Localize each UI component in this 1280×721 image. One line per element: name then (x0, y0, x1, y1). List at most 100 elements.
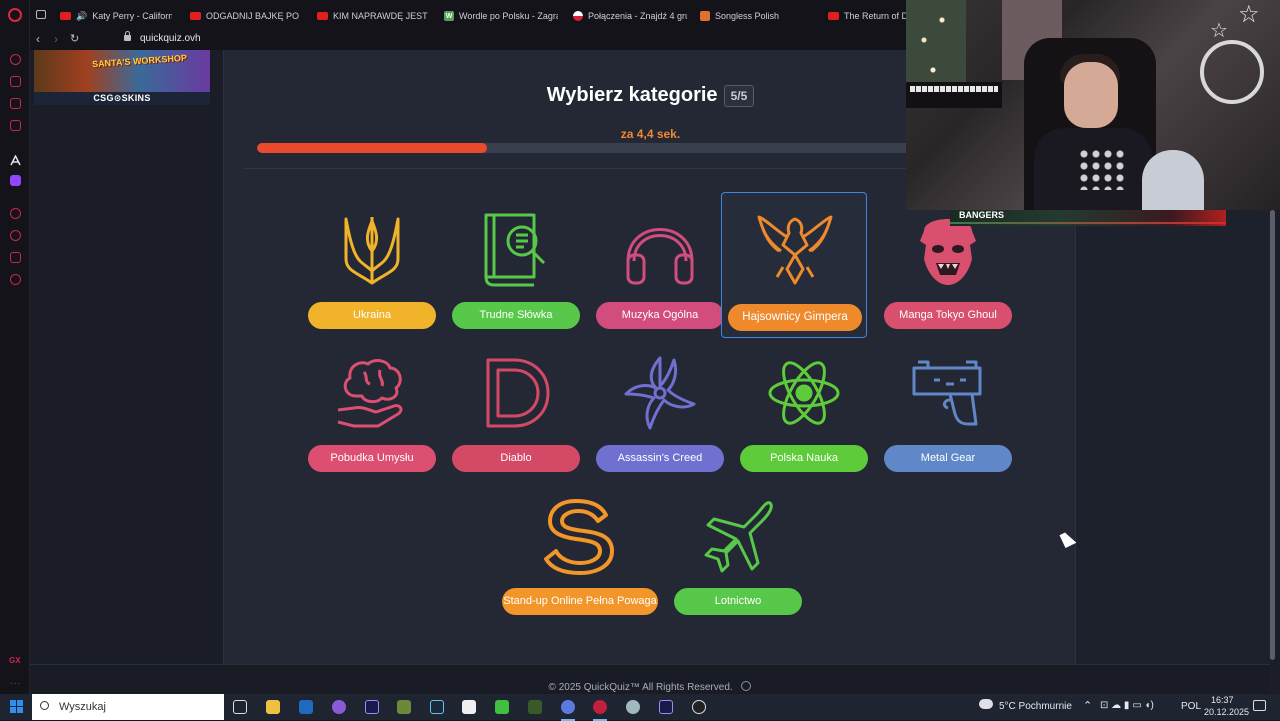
ad-banner[interactable]: SANTA'S WORKSHOP CSG⊙SKINS (34, 50, 210, 105)
banner-logo: CSG⊙SKINS (34, 92, 210, 105)
app-purple-icon[interactable] (332, 700, 346, 714)
category-ukraina[interactable]: Ukraina (298, 192, 444, 338)
scrollbar[interactable] (1270, 210, 1275, 660)
category-muzyka-ogolna[interactable]: Muzyka Ogólna (586, 192, 732, 338)
category-stand-up-online[interactable]: Stand-up Online Pełna Powaga (502, 478, 658, 624)
category-lotnictwo[interactable]: Lotnictwo (664, 478, 810, 624)
player-icon[interactable] (10, 208, 21, 219)
streamer-face (1064, 62, 1118, 128)
star-decoration-icon: ☆ (1210, 20, 1228, 42)
letter-s-icon (544, 499, 614, 575)
notifications-icon[interactable] (1253, 700, 1266, 711)
youtube-icon (60, 12, 71, 20)
forward-icon[interactable]: › (54, 32, 58, 46)
after-effects-icon[interactable] (365, 700, 379, 714)
tab-label: The Return of Di (844, 11, 908, 21)
category-label[interactable]: Assassin's Creed (596, 445, 724, 472)
category-trudne-slowka[interactable]: Trudne Słówka (442, 192, 588, 338)
gx-corner-icon[interactable] (10, 120, 21, 131)
windows-start-icon[interactable] (10, 700, 23, 713)
category-pobudka-umyslu[interactable]: Pobudka Umysłu (298, 335, 444, 481)
shirt-print (1078, 148, 1128, 190)
piano-keys (910, 86, 998, 92)
gx-control-icon[interactable] (10, 76, 21, 87)
tab-menu-icon[interactable] (36, 10, 46, 19)
steam-icon[interactable] (430, 700, 444, 714)
youtube-icon (317, 12, 328, 20)
reload-icon[interactable]: ↻ (70, 32, 79, 46)
url-field[interactable]: quickquiz.ovh (140, 33, 201, 44)
category-label[interactable]: Ukraina (308, 302, 436, 329)
category-hajsownicy-gimpera[interactable]: Hajsownicy Gimpera (721, 192, 867, 338)
category-polska-nauka[interactable]: Polska Nauka (730, 335, 876, 481)
category-label[interactable]: Muzyka Ogólna (596, 302, 724, 329)
weather-text[interactable]: 5°C Pochmurnie (999, 701, 1072, 712)
tab-songless[interactable]: Songless Polish (700, 8, 810, 24)
tray-chevron-icon[interactable]: ⌃ (1083, 699, 1092, 712)
shuriken-icon (624, 356, 696, 430)
discord-icon[interactable] (561, 700, 575, 721)
category-label[interactable]: Trudne Słówka (452, 302, 580, 329)
opera-sidebar: GX ... (0, 0, 30, 694)
github-icon[interactable] (741, 681, 752, 691)
lock-icon[interactable] (124, 31, 131, 41)
clock-date[interactable]: 20.12.2025 (1204, 707, 1249, 717)
tab-label: ODGADNIJ BAJKĘ PO PI (206, 11, 302, 21)
category-diablo[interactable]: Diablo (442, 335, 588, 481)
browser-window: GX ... 🔊 Katy Perry - Californi ODGADNIJ… (0, 0, 1280, 694)
category-metal-gear[interactable]: Metal Gear (874, 335, 1020, 481)
mail-icon[interactable] (299, 700, 313, 714)
obs-icon[interactable] (692, 700, 706, 714)
taskbar-search[interactable]: Wyszukaj (32, 694, 224, 720)
app-green-icon[interactable] (495, 700, 509, 714)
language-indicator[interactable]: POL (1181, 701, 1201, 712)
twitch-icon[interactable] (10, 175, 21, 186)
category-label[interactable]: Metal Gear (884, 445, 1012, 472)
plush-toy (1142, 150, 1204, 210)
settings-gear-icon[interactable] (10, 274, 21, 285)
tab-label: KIM NAPRAWDĘ JEST M (333, 11, 429, 21)
tab-katy-perry[interactable]: 🔊 Katy Perry - Californi (60, 8, 172, 24)
tab-odgadnij-bajke[interactable]: ODGADNIJ BAJKĘ PO PI (190, 8, 302, 24)
speed-dial-icon[interactable] (10, 54, 21, 65)
app-stack-icon[interactable] (528, 700, 542, 714)
audio-playing-icon[interactable]: 🔊 (76, 11, 87, 22)
sidebar-more-icon[interactable]: ... (10, 676, 21, 687)
round-badge: 5/5 (723, 84, 755, 107)
clock-time[interactable]: 16:37 (1211, 695, 1234, 705)
tab-kim-naprawde[interactable]: KIM NAPRAWDĘ JEST M (317, 8, 429, 24)
ai-aria-icon[interactable] (10, 153, 21, 166)
category-label[interactable]: Diablo (452, 445, 580, 472)
left-ad-panel: SANTA'S WORKSHOP CSG⊙SKINS (30, 50, 223, 664)
poland-flag-icon (573, 11, 583, 21)
category-assassins-creed[interactable]: Assassin's Creed (586, 335, 732, 481)
tab-polaczenia[interactable]: Połączenia - Znajdź 4 gru (573, 8, 687, 24)
app-gray-icon[interactable] (626, 700, 640, 714)
task-view-icon[interactable] (233, 700, 247, 714)
category-label[interactable]: Lotnictwo (674, 588, 802, 615)
tab-wordle[interactable]: W Wordle po Polsku - Zagra (444, 8, 558, 24)
category-label[interactable]: Hajsownicy Gimpera (728, 304, 862, 331)
atom-icon (768, 361, 840, 425)
opera-logo-icon[interactable] (8, 8, 22, 22)
weather-cloud-icon[interactable] (979, 699, 993, 709)
category-label[interactable]: Stand-up Online Pełna Powaga (502, 588, 658, 615)
messenger-icon[interactable] (10, 98, 21, 109)
tab-return-of[interactable]: The Return of Di (828, 8, 908, 24)
file-explorer-icon[interactable] (266, 700, 280, 714)
extensions-icon[interactable] (10, 252, 21, 263)
star-decoration-icon: ☆ (1238, 1, 1260, 28)
brain-hand-icon (337, 359, 403, 428)
history-icon[interactable] (10, 230, 21, 241)
tray-icons[interactable]: ⊡ ☁ ▮ ▭ ◖) (1100, 700, 1154, 711)
category-label[interactable]: Manga Tokyo Ghoul (884, 302, 1012, 329)
page-title: Wybierz kategorie (546, 84, 718, 106)
minecraft-icon[interactable] (397, 700, 411, 714)
premiere-icon[interactable] (659, 700, 673, 714)
category-label[interactable]: Polska Nauka (740, 445, 868, 472)
category-label[interactable]: Pobudka Umysłu (308, 445, 436, 472)
opera-gx-icon[interactable] (593, 700, 607, 721)
back-icon[interactable]: ‹ (36, 32, 40, 46)
notepad-icon[interactable] (462, 700, 476, 714)
headphones-icon (626, 228, 694, 285)
